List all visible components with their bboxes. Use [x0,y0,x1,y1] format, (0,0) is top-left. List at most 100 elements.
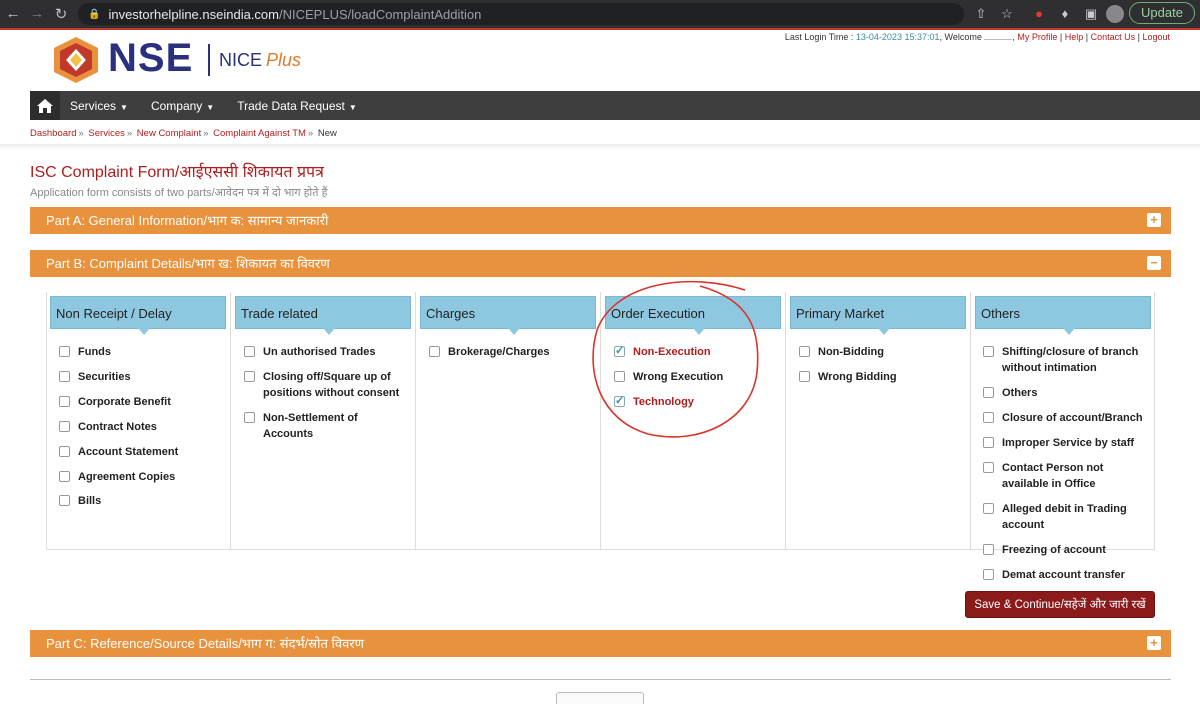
checkbox[interactable] [983,462,994,473]
chevron-down-icon: ▼ [206,102,215,112]
checkbox[interactable] [59,371,70,382]
nav-services-label: Services [70,98,117,113]
option-bills[interactable]: Bills [59,493,101,509]
checkbox[interactable] [59,471,70,482]
profile-avatar-icon[interactable] [1106,5,1124,23]
checkbox-checked[interactable] [614,393,625,409]
category-title: Trade related [241,306,318,321]
url-host: investorhelpline.nseindia.com [108,6,279,22]
update-button[interactable]: Update [1129,2,1195,24]
option-others[interactable]: Others [983,385,1151,401]
breadcrumb-complaint-against-tm[interactable]: Complaint Against TM [213,128,306,139]
option-demat-account-transfer[interactable]: Demat account transfer [983,567,1151,583]
checkbox[interactable] [59,346,70,357]
option-contact-person-unavailable[interactable]: Contact Person not available in Office [983,460,1151,492]
home-button[interactable] [30,91,60,120]
sidebar-icon[interactable]: ▣ [1082,5,1100,23]
extensions-puzzle-icon[interactable]: ♦ [1056,5,1074,23]
checkbox[interactable] [983,544,994,555]
option-label: Un authorised Trades [263,346,376,358]
checkbox[interactable] [983,503,994,514]
checkbox[interactable] [799,346,810,357]
part-c-header[interactable]: Part C: Reference/Source Details/भाग ग: … [30,630,1171,657]
option-non-bidding[interactable]: Non-Bidding [799,344,884,360]
share-icon[interactable]: ⇧ [972,5,990,23]
checkbox[interactable] [983,437,994,448]
footer-tab[interactable] [556,692,644,704]
breadcrumb-services[interactable]: Services [88,128,124,139]
last-login-time: 13-04-2023 15:37:01 [855,32,940,42]
checkbox[interactable] [983,346,994,357]
checkbox[interactable] [244,346,255,357]
logout-link[interactable]: Logout [1142,32,1170,42]
option-account-statement[interactable]: Account Statement [59,444,178,460]
checkbox[interactable] [59,421,70,432]
expand-plus-icon[interactable]: + [1147,636,1161,650]
option-contract-notes[interactable]: Contract Notes [59,419,157,435]
breadcrumb-new-complaint[interactable]: New Complaint [137,128,201,139]
nav-company[interactable]: Company ▼ [151,99,214,113]
option-non-execution[interactable]: Non-Execution [614,343,711,360]
option-securities[interactable]: Securities [59,369,131,385]
option-corporate-benefit[interactable]: Corporate Benefit [59,394,171,410]
part-b-header[interactable]: Part B: Complaint Details/भाग ख: शिकायत … [30,250,1171,277]
category-header: Order Execution [605,296,781,335]
checkbox[interactable] [983,387,994,398]
category-primary-market: Primary Market Non-Bidding Wrong Bidding [786,292,971,550]
option-funds[interactable]: Funds [59,344,111,360]
option-closure-of-account[interactable]: Closure of account/Branch [983,410,1151,426]
category-header: Primary Market [790,296,966,335]
option-technology[interactable]: Technology [614,393,694,410]
checkbox[interactable] [983,412,994,423]
breadcrumb-dashboard[interactable]: Dashboard [30,128,76,139]
checkbox[interactable] [244,412,255,423]
username-redacted [984,39,1013,40]
checkbox-checked[interactable] [614,343,625,359]
contact-us-link[interactable]: Contact Us [1091,32,1136,42]
collapse-minus-icon[interactable]: − [1147,256,1161,270]
checkbox[interactable] [799,371,810,382]
category-charges: Charges Brokerage/Charges [416,292,601,550]
option-alleged-debit[interactable]: Alleged debit in Trading account [983,501,1151,533]
option-wrong-execution[interactable]: Wrong Execution [614,369,723,385]
back-icon[interactable]: ← [4,5,22,22]
option-agreement-copies[interactable]: Agreement Copies [59,469,175,485]
my-profile-link[interactable]: My Profile [1017,32,1057,42]
option-wrong-bidding[interactable]: Wrong Bidding [799,369,897,385]
address-bar[interactable]: 🔒 investorhelpline.nseindia.com/NICEPLUS… [78,3,964,25]
nav-trade-data-label: Trade Data Request [237,98,345,113]
checkbox[interactable] [59,446,70,457]
option-freezing-of-account[interactable]: Freezing of account [983,542,1151,558]
welcome-text: , Welcome [939,32,982,42]
expand-plus-icon[interactable]: + [1147,213,1161,227]
checkbox[interactable] [244,371,255,382]
checkbox[interactable] [429,346,440,357]
reload-icon[interactable]: ↻ [52,5,70,23]
checkbox[interactable] [59,396,70,407]
help-link[interactable]: Help [1065,32,1084,42]
bookmark-star-icon[interactable]: ☆ [998,5,1016,23]
option-unauthorised-trades[interactable]: Un authorised Trades [244,344,409,360]
nav-company-label: Company [150,98,203,113]
forward-icon[interactable]: → [28,5,46,22]
option-brokerage-charges[interactable]: Brokerage/Charges [429,344,550,360]
option-closing-off-square-up[interactable]: Closing off/Square up of positions witho… [244,369,409,401]
extension-shield-icon[interactable]: ● [1030,5,1048,23]
option-shifting-closure-branch[interactable]: Shifting/closure of branch without intim… [983,344,1151,376]
checkbox[interactable] [614,371,625,382]
nav-services[interactable]: Services ▼ [70,99,128,113]
checkbox[interactable] [983,569,994,580]
nav-trade-data-request[interactable]: Trade Data Request ▼ [237,99,357,113]
option-improper-service[interactable]: Improper Service by staff [983,435,1151,451]
option-label: Improper Service by staff [1002,437,1135,449]
category-trade-related: Trade related Un authorised Trades Closi… [231,292,416,550]
option-non-settlement[interactable]: Non-Settlement of Accounts [244,410,409,442]
checkbox[interactable] [59,495,70,506]
save-continue-button[interactable]: Save & Continue/सहेजें और जारी रखें [965,591,1155,618]
breadcrumb-current: New [317,128,337,139]
part-a-header[interactable]: Part A: General Information/भाग क: सामान… [30,207,1171,234]
option-label: Wrong Execution [633,371,724,383]
category-order-execution: Order Execution Non-Execution Wrong Exec… [601,292,786,550]
nse-logo-icon[interactable] [52,36,100,84]
option-label: Corporate Benefit [78,396,171,408]
